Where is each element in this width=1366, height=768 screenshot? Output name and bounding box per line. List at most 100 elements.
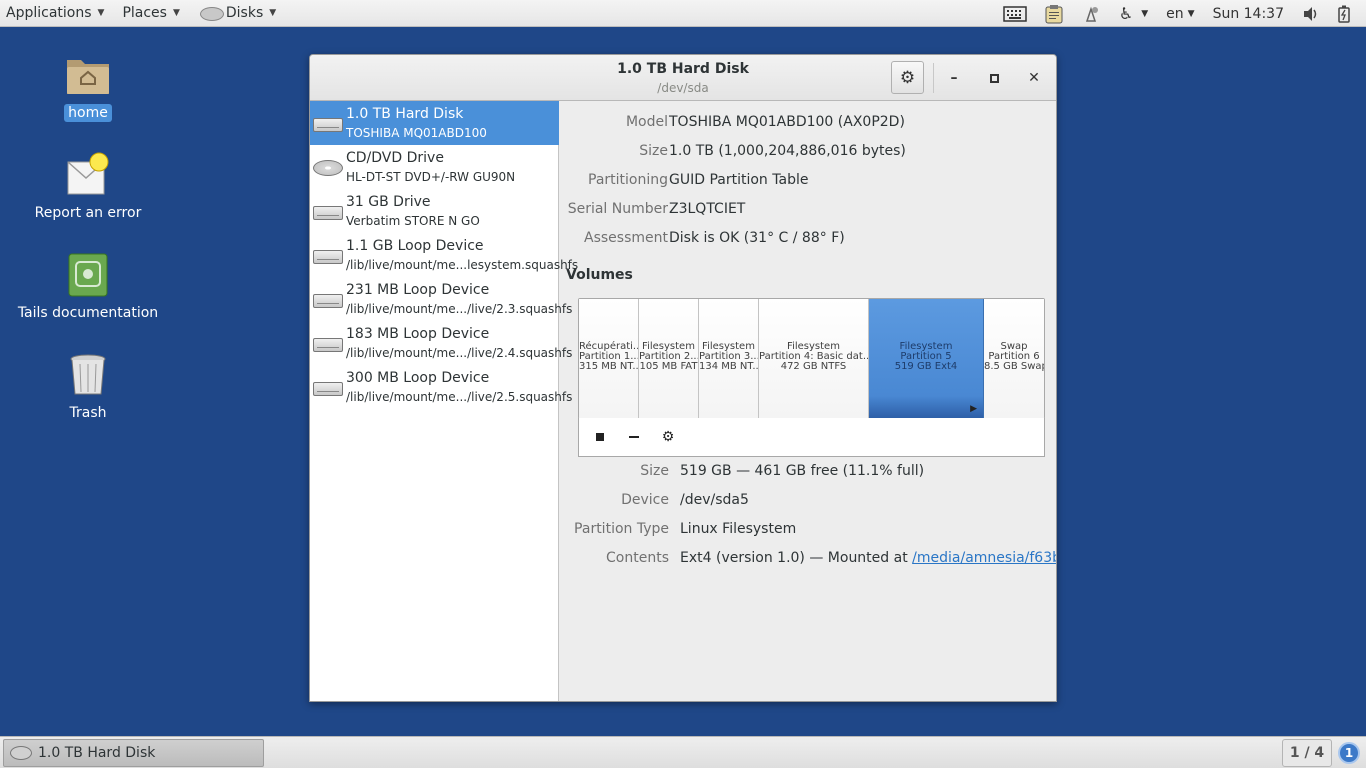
close-icon: ✕ <box>1028 70 1040 86</box>
taskbar-item-label: 1.0 TB Hard Disk <box>38 745 156 761</box>
notification-badge[interactable]: 1 <box>1338 742 1360 764</box>
titlebar-separator <box>933 63 934 93</box>
drive-name: 231 MB Loop Device <box>346 282 490 298</box>
clock[interactable]: Sun 14:37 <box>1204 0 1293 27</box>
drive-item[interactable]: CD/DVD Drive HL-DT-ST DVD+/-RW GU90N <box>310 145 559 189</box>
accessibility-icon: ♿ <box>1118 4 1134 23</box>
taskbar-item[interactable]: 1.0 TB Hard Disk <box>3 739 264 767</box>
keyboard-icon[interactable] <box>994 0 1036 27</box>
drive-name: 300 MB Loop Device <box>346 370 490 386</box>
serial-number-label: Serial Number <box>567 201 668 217</box>
top-panel: Applications ▼ Places ▼ Disks ▼ ♿ ▼ en ▼… <box>0 0 1366 27</box>
partition-block[interactable]: Swap Partition 6 8.5 GB Swap <box>984 299 1044 418</box>
tor-status-icon[interactable] <box>1072 0 1110 27</box>
assessment-label: Assessment <box>584 230 668 246</box>
chevron-down-icon: ▼ <box>97 8 105 18</box>
partition-options-button[interactable]: ⚙ <box>657 427 679 447</box>
partition-block[interactable]: Filesystem Partition 2... 105 MB FAT <box>639 299 699 418</box>
assessment-value: Disk is OK (31° C / 88° F) <box>669 230 845 246</box>
disks-app-icon <box>10 746 32 760</box>
home-folder-icon <box>65 52 111 98</box>
partitioning-label: Partitioning <box>588 172 668 188</box>
drive-description: /lib/live/mount/me.../live/2.3.squashfs <box>346 302 573 316</box>
drive-name: 183 MB Loop Device <box>346 326 490 342</box>
unmount-button[interactable] <box>589 427 611 447</box>
expand-arrow-icon[interactable]: ▶ <box>970 404 977 414</box>
delete-partition-button[interactable] <box>623 427 645 447</box>
drive-item[interactable]: 300 MB Loop Device /lib/live/mount/me...… <box>310 365 572 409</box>
drive-description: /lib/live/mount/me...lesystem.squashfs <box>346 258 579 272</box>
desktop-icon-trash[interactable]: Trash <box>13 352 163 422</box>
volume-toolbar: ⚙ <box>578 418 1045 457</box>
clipboard-icon[interactable] <box>1036 0 1072 27</box>
minimize-icon: – <box>950 70 958 86</box>
drive-item[interactable]: 231 MB Loop Device /lib/live/mount/me...… <box>310 277 572 321</box>
gear-icon: ⚙ <box>899 67 916 88</box>
desktop-icon-label: home <box>64 104 112 122</box>
drive-description: HL-DT-ST DVD+/-RW GU90N <box>346 170 516 184</box>
hdd-icon <box>313 114 343 134</box>
battery-icon[interactable] <box>1329 0 1366 27</box>
disks-app-icon <box>198 4 224 22</box>
drive-name: 1.1 GB Loop Device <box>346 238 484 254</box>
mount-point-link[interactable]: /media/amnesia/f63b... <box>912 550 1056 566</box>
partition-size: 105 MB FAT <box>639 361 698 372</box>
partition-size: 472 GB NTFS <box>780 361 847 372</box>
drive-item[interactable]: 183 MB Loop Device /lib/live/mount/me...… <box>310 321 572 365</box>
hdd-icon <box>313 290 343 310</box>
chevron-down-icon: ▼ <box>172 8 180 18</box>
window-titlebar[interactable]: 1.0 TB Hard Disk /dev/sda ⚙ – ✕ <box>310 55 1056 101</box>
trash-icon <box>65 352 111 398</box>
hdd-icon <box>313 334 343 354</box>
partition-block[interactable]: Filesystem Partition 3... 134 MB NT... <box>699 299 759 418</box>
drive-options-button[interactable]: ⚙ <box>891 61 924 94</box>
places-menu-label: Places <box>122 5 167 21</box>
serial-number-value: Z3LQTCIET <box>669 201 746 217</box>
applications-menu-label: Applications <box>6 5 92 21</box>
partition-size: 134 MB NT... <box>699 361 759 372</box>
partition-block[interactable]: Filesystem Partition 4: Basic dat... 472… <box>759 299 869 418</box>
minimize-button[interactable]: – <box>942 66 966 90</box>
places-menu[interactable]: Places ▼ <box>116 0 185 27</box>
drive-item[interactable]: 1.1 GB Loop Device /lib/live/mount/me...… <box>310 233 578 277</box>
report-error-icon <box>65 152 111 198</box>
contents-label: Contents <box>606 550 669 566</box>
applications-menu[interactable]: Applications ▼ <box>0 0 110 27</box>
desktop-icon-home[interactable]: home <box>13 52 163 122</box>
partition-block[interactable]: Récupérati... Partition 1... 315 MB NT..… <box>579 299 639 418</box>
drive-description: TOSHIBA MQ01ABD100 <box>346 126 487 140</box>
device-value: /dev/sda5 <box>680 492 749 508</box>
close-button[interactable]: ✕ <box>1022 66 1046 90</box>
size-value: 1.0 TB (1,000,204,886,016 bytes) <box>669 143 906 159</box>
desktop-icon-report-error[interactable]: Report an error <box>13 152 163 222</box>
volume-icon[interactable] <box>1293 0 1329 27</box>
drive-name: 31 GB Drive <box>346 194 431 210</box>
maximize-button[interactable] <box>982 66 1006 90</box>
drive-item[interactable]: 1.0 TB Hard Disk TOSHIBA MQ01ABD100 <box>310 101 559 145</box>
partition-size-value: 519 GB — 461 GB free (11.1% full) <box>680 463 925 479</box>
stop-icon <box>596 433 604 441</box>
disks-app-menu[interactable]: Disks ▼ <box>192 0 282 27</box>
chevron-down-icon: ▼ <box>1187 8 1195 19</box>
maximize-icon <box>989 73 999 83</box>
partition-type-value: Linux Filesystem <box>680 521 797 537</box>
drive-name: 1.0 TB Hard Disk <box>346 106 464 122</box>
language-menu[interactable]: en ▼ <box>1157 0 1203 27</box>
partition-block-selected[interactable]: Filesystem Partition 5 519 GB Ext4 ▶ <box>869 299 984 418</box>
partition-size: 8.5 GB Swap <box>984 361 1044 372</box>
desktop-icon-label: Report an error <box>34 205 142 221</box>
volume-map: Récupérati... Partition 1... 315 MB NT..… <box>578 298 1045 419</box>
drive-details: Model TOSHIBA MQ01ABD100 (AX0P2D) Size 1… <box>560 101 1056 701</box>
workspace-indicator: 1 / 4 <box>1289 745 1325 761</box>
hdd-icon <box>313 202 343 222</box>
contents-text: Ext4 (version 1.0) — Mounted at <box>680 550 913 566</box>
workspace-switcher[interactable]: 1 / 4 <box>1282 739 1332 767</box>
disks-app-label: Disks <box>225 5 264 21</box>
drive-name: CD/DVD Drive <box>346 150 444 166</box>
desktop-icon-tails-docs[interactable]: Tails documentation <box>13 252 163 322</box>
partition-size: 315 MB NT... <box>579 361 639 372</box>
drive-item[interactable]: 31 GB Drive Verbatim STORE N GO <box>310 189 559 233</box>
accessibility-menu[interactable]: ♿ ▼ <box>1110 0 1157 27</box>
notification-count: 1 <box>1344 746 1354 760</box>
minus-icon <box>629 436 639 438</box>
